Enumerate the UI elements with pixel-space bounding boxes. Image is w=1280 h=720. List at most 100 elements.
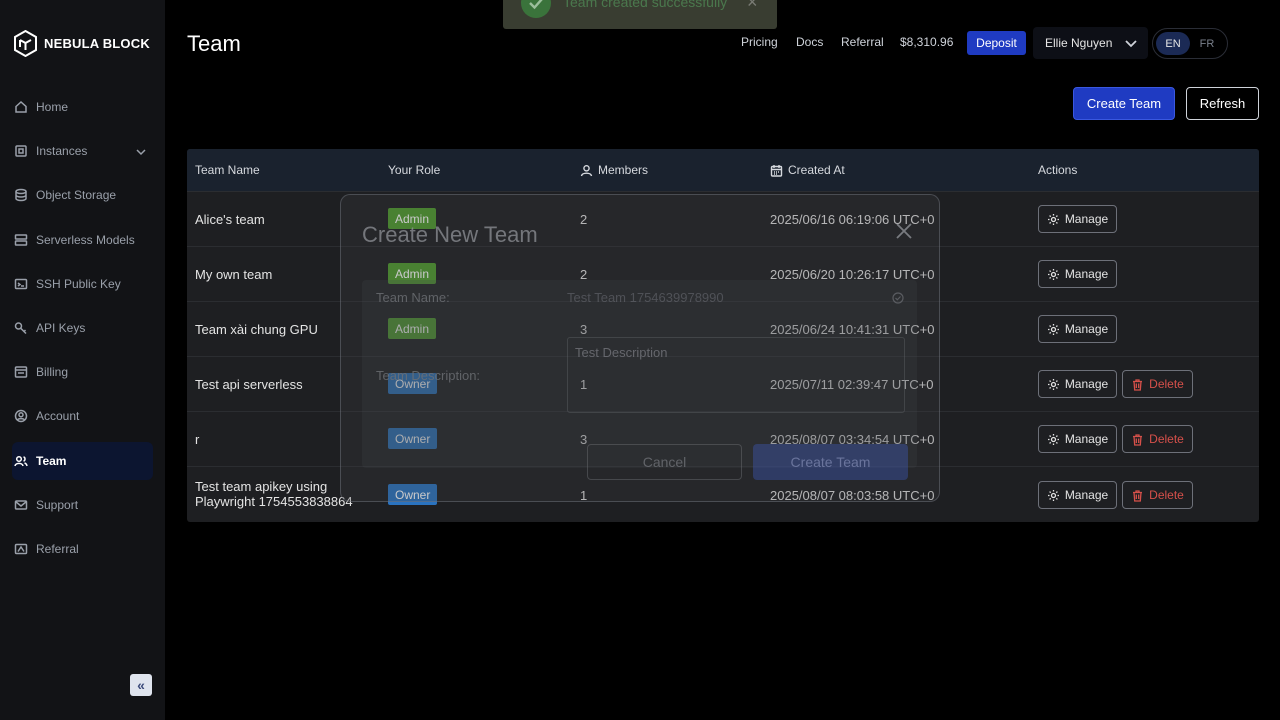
close-icon[interactable]: ×: [747, 0, 758, 13]
sidebar-item-label: Billing: [36, 365, 69, 379]
manage-button[interactable]: Manage: [1038, 315, 1117, 343]
sidebar: NEBULA BLOCK Home Instances Object Stora…: [0, 0, 165, 720]
referral-link[interactable]: Referral: [841, 35, 884, 49]
sidebar-item-label: Object Storage: [36, 188, 117, 202]
success-toast: Team created successfully ×: [503, 0, 777, 29]
sidebar-item-label: Instances: [36, 144, 88, 158]
refresh-button[interactable]: Refresh: [1186, 87, 1259, 120]
manage-button[interactable]: Manage: [1038, 260, 1117, 288]
sidebar-item-support[interactable]: Support: [12, 486, 153, 524]
deposit-button[interactable]: Deposit: [967, 31, 1026, 55]
check-circle-icon: [892, 291, 904, 304]
column-team-name: Team Name: [195, 163, 260, 177]
team-name: Team xài chung GPU: [195, 322, 318, 337]
mail-icon: [14, 498, 28, 512]
manage-button[interactable]: Manage: [1038, 370, 1117, 398]
user-icon: [580, 164, 593, 176]
pricing-link[interactable]: Pricing: [741, 35, 778, 49]
column-members: Members: [580, 163, 648, 177]
modal-cancel-button[interactable]: Cancel: [587, 444, 742, 480]
sidebar-item-serverless-models[interactable]: Serverless Models: [12, 221, 153, 259]
language-switcher: EN FR: [1152, 28, 1228, 59]
gear-icon: [1047, 433, 1059, 445]
gear-icon: [1047, 268, 1059, 280]
sidebar-item-object-storage[interactable]: Object Storage: [12, 176, 153, 214]
sidebar-item-home[interactable]: Home: [12, 88, 153, 126]
sidebar-item-label: Account: [36, 409, 80, 423]
trash-icon: [1133, 433, 1143, 446]
team-name: My own team: [195, 267, 273, 282]
check-circle-icon: [521, 0, 551, 18]
chevron-down-icon[interactable]: [135, 145, 147, 157]
sidebar-item-billing[interactable]: Billing: [12, 353, 153, 391]
server-icon: [14, 233, 28, 247]
brand-name: NEBULA BLOCK: [44, 36, 150, 51]
team-icon: [14, 454, 28, 468]
sidebar-item-instances[interactable]: Instances: [12, 132, 153, 170]
delete-button[interactable]: Delete: [1122, 481, 1193, 509]
column-actions: Actions: [1038, 163, 1078, 177]
trash-icon: [1133, 489, 1143, 502]
team-description-input[interactable]: Test Description: [567, 337, 905, 413]
page-title: Team: [187, 31, 241, 56]
nebula-logo-icon: [14, 30, 37, 57]
close-icon[interactable]: [894, 221, 914, 241]
gear-icon: [1047, 378, 1059, 390]
sidebar-item-label: Team: [36, 454, 67, 468]
chevron-down-icon: [1125, 40, 1137, 48]
gear-icon: [1047, 323, 1059, 335]
delete-button[interactable]: Delete: [1122, 370, 1193, 398]
docs-link[interactable]: Docs: [796, 35, 823, 49]
create-team-modal: Create New Team Team Name: Test Team 175…: [340, 194, 940, 502]
sidebar-item-label: Referral: [36, 542, 79, 556]
team-description-label: Team Description:: [376, 368, 481, 383]
sidebar-item-account[interactable]: Account: [12, 397, 153, 435]
account-balance: $8,310.96: [900, 35, 954, 49]
language-option-en[interactable]: EN: [1156, 32, 1190, 55]
sidebar-item-ssh-public-key[interactable]: SSH Public Key: [12, 265, 153, 303]
column-your-role: Your Role: [388, 163, 441, 177]
gear-icon: [1047, 213, 1059, 225]
team-name: Alice's team: [195, 212, 265, 227]
double-chevron-left-icon: «: [137, 677, 145, 693]
team-name-line2: Playwright 1754553838864: [195, 494, 353, 509]
sidebar-item-label: Serverless Models: [36, 233, 135, 247]
ssh-key-icon: [14, 277, 28, 291]
instances-icon: [14, 144, 28, 158]
toast-message: Team created successfully: [563, 0, 728, 10]
sidebar-item-api-keys[interactable]: API Keys: [12, 309, 153, 347]
modal-create-team-button[interactable]: Create Team: [753, 444, 908, 480]
create-team-button[interactable]: Create Team: [1073, 87, 1175, 120]
account-icon: [14, 409, 28, 423]
trash-icon: [1133, 378, 1143, 391]
team-name-label: Team Name:: [376, 290, 450, 305]
sidebar-item-label: API Keys: [36, 321, 86, 335]
sidebar-item-label: Support: [36, 498, 79, 512]
manage-button[interactable]: Manage: [1038, 425, 1117, 453]
language-option-fr[interactable]: FR: [1190, 32, 1224, 55]
sidebar-item-referral[interactable]: Referral: [12, 530, 153, 568]
table-header: Team Name Your Role Members Created At A…: [187, 149, 1259, 191]
key-icon: [14, 321, 28, 335]
team-name: Test team apikey using: [195, 479, 328, 494]
user-name: Ellie Nguyen: [1045, 36, 1113, 50]
referral-icon: [14, 542, 28, 556]
manage-button[interactable]: Manage: [1038, 481, 1117, 509]
database-icon: [14, 188, 28, 202]
brand-logo[interactable]: NEBULA BLOCK: [13, 30, 150, 57]
team-name: Test api serverless: [195, 377, 303, 392]
team-name-input[interactable]: Test Team 1754639978990: [567, 290, 724, 305]
modal-title: Create New Team: [362, 222, 538, 247]
user-menu[interactable]: Ellie Nguyen: [1033, 27, 1148, 59]
collapse-sidebar-button[interactable]: «: [130, 674, 152, 696]
gear-icon: [1047, 489, 1059, 501]
team-name: r: [195, 432, 200, 447]
calendar-icon: [770, 164, 783, 177]
sidebar-item-label: SSH Public Key: [36, 277, 121, 291]
sidebar-item-label: Home: [36, 100, 69, 114]
column-created-at: Created At: [770, 163, 845, 177]
home-icon: [14, 100, 28, 114]
sidebar-item-team[interactable]: Team: [12, 442, 153, 480]
delete-button[interactable]: Delete: [1122, 425, 1193, 453]
manage-button[interactable]: Manage: [1038, 205, 1117, 233]
